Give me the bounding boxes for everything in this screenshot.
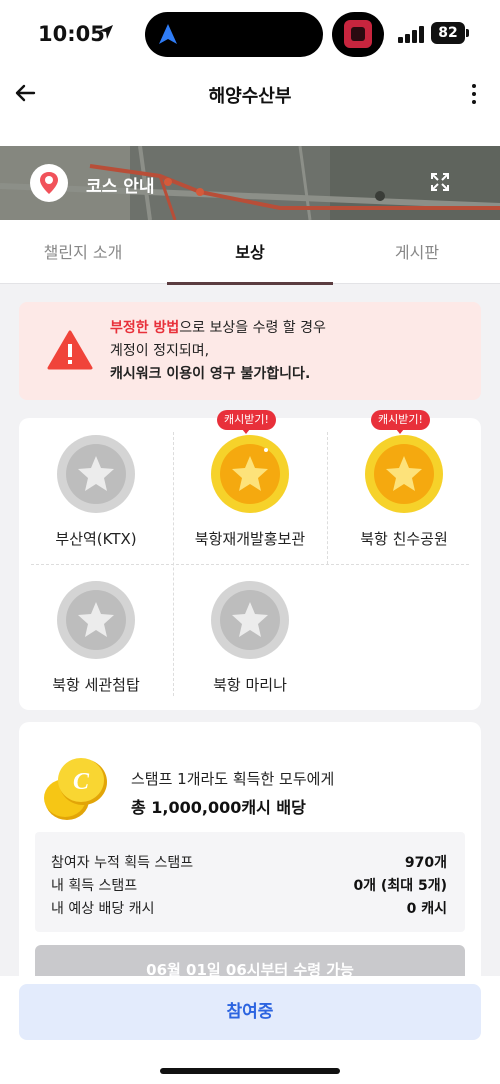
tab-board[interactable]: 게시판: [334, 220, 500, 284]
stat-value: 0 캐시: [406, 901, 447, 917]
home-indicator: [160, 1068, 340, 1074]
tab-reward[interactable]: 보상: [167, 220, 333, 285]
cash-badge[interactable]: 캐시받기!: [371, 410, 430, 434]
battery-icon: 82: [431, 22, 465, 44]
live-activity-app-icon: [332, 12, 384, 57]
cellular-signal-icon: [398, 25, 426, 43]
status-time: 10:05: [38, 22, 105, 46]
warning-highlight: 부정한 방법: [110, 320, 180, 336]
map-background: [0, 146, 500, 220]
app-header: 해양수산부: [0, 68, 500, 146]
stat-label: 내 획득 스탬프: [51, 878, 138, 894]
warning-line3: 캐시워크 이용이 영구 불가합니다.: [110, 366, 311, 382]
stamp-item[interactable]: 캐시받기! 북항재개발홍보관: [173, 410, 327, 564]
stamp-label: 북항재개발홍보관: [194, 530, 306, 548]
warning-text: 부정한 방법으로 보상을 수령 할 경우 계정이 정지되며, 캐시워크 이용이 …: [110, 317, 326, 386]
location-arrow-icon: [99, 25, 113, 39]
stamp-item[interactable]: 북항 세관첨탑: [19, 564, 173, 710]
course-guide-label: 코스 안내: [86, 177, 155, 197]
stamp-locked-icon: [211, 581, 289, 659]
warning-line2: 계정이 정지되며,: [110, 343, 210, 359]
warning-line1: 으로 보상을 수령 할 경우: [179, 320, 326, 336]
stat-value: 0개 (최대 5개): [353, 878, 447, 894]
status-bar: 10:05 82: [0, 0, 500, 68]
expand-icon[interactable]: [428, 170, 452, 194]
stat-value: 970개: [404, 855, 447, 871]
svg-text:C: C: [73, 769, 90, 795]
stamp-label: 부산역(KTX): [55, 530, 137, 548]
course-map-banner[interactable]: 코스 안내: [0, 146, 500, 220]
coins-icon: C: [44, 758, 107, 820]
stamp-label: 북항 마리나: [213, 676, 287, 694]
stamp-item[interactable]: 캐시받기! 북항 친수공원: [327, 410, 481, 564]
stat-label: 참여자 누적 획득 스탬프: [51, 855, 194, 871]
tab-bar: 챌린지 소개 보상 게시판: [0, 220, 500, 285]
location-pin-icon: [30, 164, 68, 202]
reward-stats: 참여자 누적 획득 스탬프 970개 내 획득 스탬프 0개 (최대 5개) 내…: [35, 832, 465, 932]
more-menu-icon[interactable]: [462, 80, 486, 110]
stamp-grid: 부산역(KTX) 캐시받기! 북항재개발홍보관 캐시받기! 북항 친수공원 북항…: [19, 410, 481, 710]
stamp-label: 북항 친수공원: [360, 530, 448, 548]
navigation-arrow-icon: [159, 24, 177, 44]
reward-total: 총 1,000,000캐시 배당: [131, 798, 306, 817]
stamp-earned-icon: [211, 435, 289, 513]
warning-banner: 부정한 방법으로 보상을 수령 할 경우 계정이 정지되며, 캐시워크 이용이 …: [19, 302, 481, 400]
stamp-label: 북항 세관첨탑: [52, 676, 140, 694]
stamp-earned-icon: [365, 435, 443, 513]
page-title: 해양수산부: [208, 86, 292, 107]
stamp-item[interactable]: 북항 마리나: [173, 564, 327, 710]
stat-row: 내 획득 스탬프 0개 (최대 5개): [51, 875, 447, 897]
warning-icon: [47, 330, 93, 370]
stamp-locked-icon: [57, 581, 135, 659]
battery-tip: [466, 29, 469, 37]
dynamic-island: [145, 12, 323, 57]
join-button[interactable]: 참여중: [19, 984, 481, 1040]
stat-row: 참여자 누적 획득 스탬프 970개: [51, 852, 447, 874]
tab-challenge-intro[interactable]: 챌린지 소개: [0, 220, 166, 284]
reward-description: 스탬프 1개라도 획득한 모두에게: [131, 770, 335, 788]
bottom-action-bar: 참여중: [0, 976, 500, 1084]
stamp-locked-icon: [57, 435, 135, 513]
stat-row: 내 예상 배당 캐시 0 캐시: [51, 898, 447, 920]
stat-label: 내 예상 배당 캐시: [51, 901, 155, 917]
stamp-item[interactable]: 부산역(KTX): [19, 418, 173, 564]
cash-badge[interactable]: 캐시받기!: [217, 410, 276, 434]
